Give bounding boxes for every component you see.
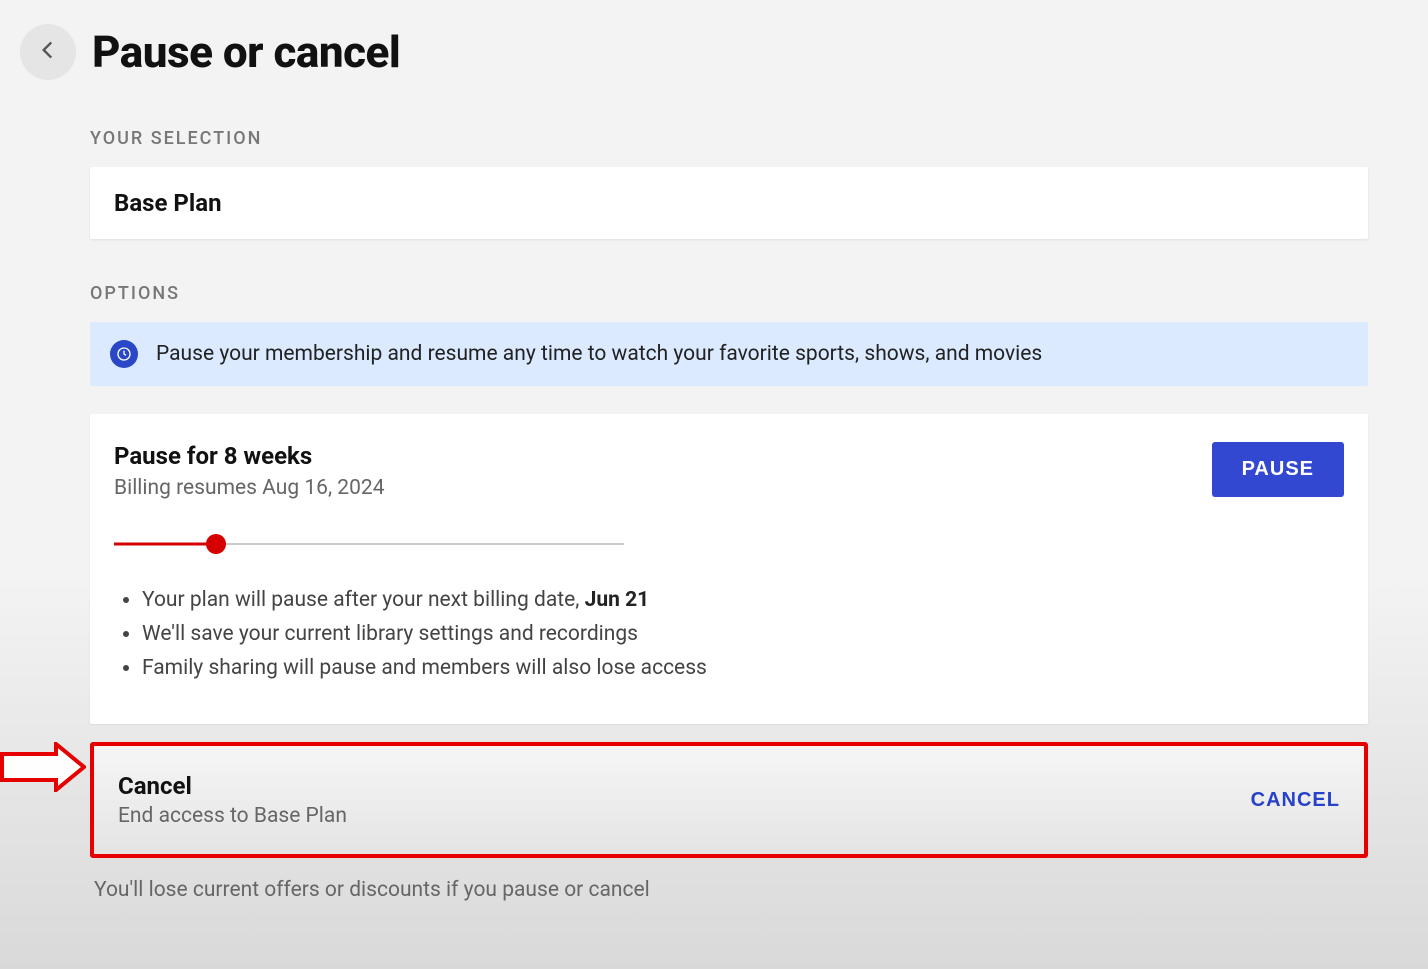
page-title: Pause or cancel <box>92 26 400 78</box>
pause-info-banner: Pause your membership and resume any tim… <box>90 322 1368 386</box>
header: Pause or cancel <box>20 24 1368 80</box>
options-label: OPTIONS <box>90 283 1368 304</box>
pause-cancel-warning: You'll lose current offers or discounts … <box>90 878 1368 902</box>
pause-bullet-item: We'll save your current library settings… <box>142 622 1188 646</box>
slider-fill <box>114 543 216 546</box>
annotation-arrow-icon <box>0 742 86 792</box>
pause-card-body: Pause for 8 weeks Billing resumes Aug 16… <box>114 442 1188 690</box>
your-selection-label: YOUR SELECTION <box>90 128 1368 149</box>
cancel-button[interactable]: CANCEL <box>1251 789 1340 812</box>
cancel-title: Cancel <box>118 772 347 800</box>
pause-subtitle: Billing resumes Aug 16, 2024 <box>114 476 1188 500</box>
selection-card: Base Plan <box>90 167 1368 239</box>
back-button[interactable] <box>20 24 76 80</box>
page: Pause or cancel YOUR SELECTION Base Plan… <box>0 0 1428 942</box>
pause-duration-slider[interactable] <box>114 534 624 554</box>
cancel-subtitle: End access to Base Plan <box>118 804 347 828</box>
cancel-card: Cancel End access to Base Plan CANCEL <box>90 742 1368 858</box>
pause-title: Pause for 8 weeks <box>114 442 1188 470</box>
clock-icon <box>110 340 138 368</box>
arrow-left-icon <box>35 37 61 67</box>
pause-bullet-item: Your plan will pause after your next bil… <box>142 588 1188 612</box>
pause-bullet-item: Family sharing will pause and members wi… <box>142 656 1188 680</box>
slider-thumb[interactable] <box>206 534 226 554</box>
content: YOUR SELECTION Base Plan OPTIONS Pause y… <box>20 128 1368 902</box>
pause-bullet-list: Your plan will pause after your next bil… <box>114 588 1188 680</box>
pause-button[interactable]: PAUSE <box>1212 442 1344 497</box>
pause-card: Pause for 8 weeks Billing resumes Aug 16… <box>90 414 1368 724</box>
plan-name: Base Plan <box>114 189 1344 217</box>
info-banner-text: Pause your membership and resume any tim… <box>156 342 1042 366</box>
